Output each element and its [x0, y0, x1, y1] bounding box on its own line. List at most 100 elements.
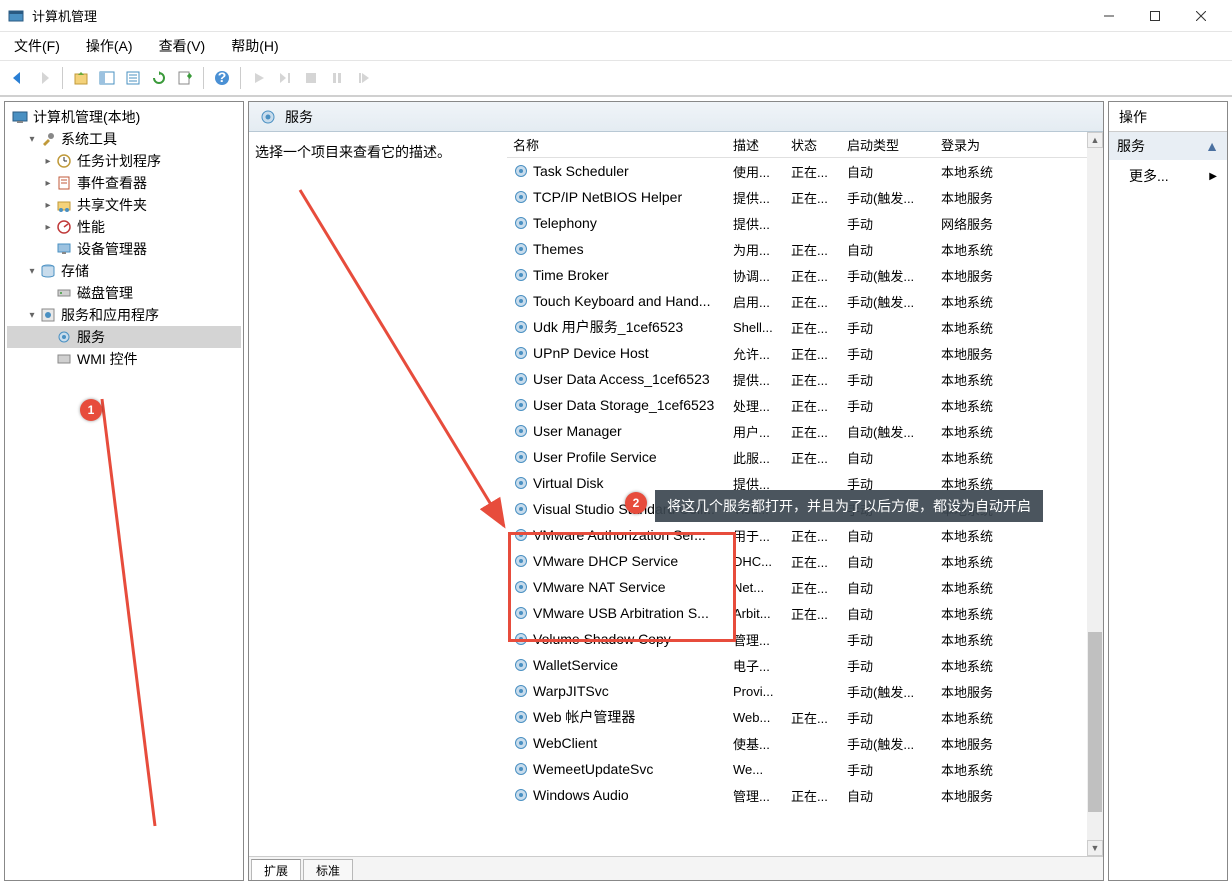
service-status: 正在...: [785, 552, 841, 571]
chevron-right-icon[interactable]: ▸: [41, 154, 55, 168]
tree-pane[interactable]: 计算机管理(本地) ▾ 系统工具 ▸任务计划程序 ▸事件查看器 ▸共享文件夹: [4, 101, 244, 881]
service-row[interactable]: User Data Access_1cef6523提供...正在...手动本地系…: [507, 366, 1087, 392]
service-desc: Visu...: [727, 502, 785, 517]
chevron-right-icon[interactable]: ▸: [41, 198, 55, 212]
tree-services[interactable]: ▸服务: [7, 326, 241, 348]
back-button[interactable]: [6, 66, 30, 90]
menu-help[interactable]: 帮助(H): [227, 34, 282, 58]
chevron-down-icon[interactable]: ▾: [25, 132, 39, 146]
service-row[interactable]: Udk 用户服务_1cef6523Shell...正在...手动本地系统: [507, 314, 1087, 340]
service-row[interactable]: WalletService电子...手动本地系统: [507, 652, 1087, 678]
service-row[interactable]: Time Broker协调...正在...手动(触发...本地服务: [507, 262, 1087, 288]
collapse-icon[interactable]: ▲: [1205, 138, 1219, 154]
gear-icon: [513, 527, 529, 543]
properties-button[interactable]: [121, 66, 145, 90]
service-login: 本地系统: [935, 526, 1025, 545]
restart-button[interactable]: [351, 66, 375, 90]
chevron-down-icon[interactable]: ▾: [25, 264, 39, 278]
pause-button[interactable]: [325, 66, 349, 90]
minimize-button[interactable]: [1086, 1, 1132, 31]
service-desc: 协调...: [727, 266, 785, 285]
export-button[interactable]: [173, 66, 197, 90]
tree-device-manager[interactable]: ▸设备管理器: [7, 238, 241, 260]
service-row[interactable]: Touch Keyboard and Hand...启用...正在...手动(触…: [507, 288, 1087, 314]
show-hide-tree-button[interactable]: [95, 66, 119, 90]
col-header-desc[interactable]: 描述: [727, 135, 785, 154]
maximize-button[interactable]: [1132, 1, 1178, 31]
service-desc: 使用...: [727, 162, 785, 181]
service-login: 本地系统: [935, 448, 1025, 467]
tree-system-tools[interactable]: ▾ 系统工具: [7, 128, 241, 150]
tree-label: 性能: [77, 217, 105, 237]
service-row[interactable]: Windows Audio管理...正在...自动本地服务: [507, 782, 1087, 808]
service-row[interactable]: Web 帐户管理器Web...正在...手动本地系统: [507, 704, 1087, 730]
service-row[interactable]: Visual Studio Standard Coll...Visu...手动本…: [507, 496, 1087, 522]
service-name: User Data Access_1cef6523: [533, 371, 710, 387]
help-button[interactable]: ?: [210, 66, 234, 90]
service-row[interactable]: VMware Authorization Ser...用于...正在...自动本…: [507, 522, 1087, 548]
service-row[interactable]: WebClient使基...手动(触发...本地服务: [507, 730, 1087, 756]
scrollbar[interactable]: ▲ ▼: [1087, 132, 1103, 856]
tree-event-viewer[interactable]: ▸事件查看器: [7, 172, 241, 194]
service-row[interactable]: WemeetUpdateSvcWe...手动本地系统: [507, 756, 1087, 782]
tree-disk-management[interactable]: ▸磁盘管理: [7, 282, 241, 304]
tab-standard[interactable]: 标准: [303, 859, 353, 881]
service-row[interactable]: User Profile Service此服...正在...自动本地系统: [507, 444, 1087, 470]
tree-services-apps[interactable]: ▾ 服务和应用程序: [7, 304, 241, 326]
menu-action[interactable]: 操作(A): [82, 34, 137, 58]
share-icon: [55, 196, 73, 214]
service-login: 本地服务: [935, 344, 1025, 363]
service-row[interactable]: VMware NAT ServiceNet...正在...自动本地系统: [507, 574, 1087, 600]
service-row[interactable]: UPnP Device Host允许...正在...手动本地服务: [507, 340, 1087, 366]
services-list[interactable]: 名称 描述 状态 启动类型 登录为 Task Scheduler使用...正在.…: [507, 132, 1103, 856]
service-name: Udk 用户服务_1cef6523: [533, 317, 683, 337]
service-row[interactable]: TCP/IP NetBIOS Helper提供...正在...手动(触发...本…: [507, 184, 1087, 210]
service-row[interactable]: Themes为用...正在...自动本地系统: [507, 236, 1087, 262]
up-button[interactable]: [69, 66, 93, 90]
scroll-thumb[interactable]: [1088, 632, 1102, 812]
close-button[interactable]: [1178, 1, 1224, 31]
tree-root[interactable]: 计算机管理(本地): [7, 106, 241, 128]
service-row[interactable]: Telephony提供...手动网络服务: [507, 210, 1087, 236]
service-login: 本地系统: [935, 396, 1025, 415]
service-startup: 手动: [841, 396, 935, 415]
chevron-right-icon[interactable]: ▸: [41, 176, 55, 190]
service-row[interactable]: WarpJITSvcProvi...手动(触发...本地服务: [507, 678, 1087, 704]
tree-performance[interactable]: ▸ 性能: [7, 216, 241, 238]
action-more[interactable]: 更多... ▶: [1109, 160, 1227, 192]
service-name: Time Broker: [533, 267, 609, 283]
gear-icon: [513, 163, 529, 179]
refresh-button[interactable]: [147, 66, 171, 90]
tree-shared-folders[interactable]: ▸共享文件夹: [7, 194, 241, 216]
stop-button[interactable]: [299, 66, 323, 90]
service-name: WebClient: [533, 735, 597, 751]
service-row[interactable]: Volume Shadow Copy管理...手动本地系统: [507, 626, 1087, 652]
tree-storage[interactable]: ▾ 存储: [7, 260, 241, 282]
scroll-up-button[interactable]: ▲: [1087, 132, 1103, 148]
col-header-status[interactable]: 状态: [785, 135, 841, 154]
col-header-startup[interactable]: 启动类型: [841, 135, 935, 154]
play-button[interactable]: [247, 66, 271, 90]
chevron-right-icon[interactable]: ▸: [41, 220, 55, 234]
play-pause-button[interactable]: [273, 66, 297, 90]
service-row[interactable]: Task Scheduler使用...正在...自动本地系统: [507, 158, 1087, 184]
col-header-login[interactable]: 登录为: [935, 135, 1025, 154]
service-row[interactable]: Virtual Disk提供...手动本地系统: [507, 470, 1087, 496]
chevron-down-icon[interactable]: ▾: [25, 308, 39, 322]
tree-label: 磁盘管理: [77, 283, 133, 303]
service-row[interactable]: VMware DHCP ServiceDHC...正在...自动本地系统: [507, 548, 1087, 574]
tree-wmi[interactable]: ▸WMI 控件: [7, 348, 241, 370]
forward-button[interactable]: [32, 66, 56, 90]
service-row[interactable]: User Manager用户...正在...自动(触发...本地系统: [507, 418, 1087, 444]
col-header-name[interactable]: 名称: [507, 135, 727, 154]
service-row[interactable]: User Data Storage_1cef6523处理...正在...手动本地…: [507, 392, 1087, 418]
menu-view[interactable]: 查看(V): [155, 34, 210, 58]
menu-file[interactable]: 文件(F): [10, 34, 64, 58]
scroll-down-button[interactable]: ▼: [1087, 840, 1103, 856]
tree-task-scheduler[interactable]: ▸任务计划程序: [7, 150, 241, 172]
service-row[interactable]: VMware USB Arbitration S...Arbit...正在...…: [507, 600, 1087, 626]
service-startup: 自动: [841, 526, 935, 545]
tab-extended[interactable]: 扩展: [251, 859, 301, 881]
service-startup: 手动: [841, 630, 935, 649]
action-pane-section[interactable]: 服务 ▲: [1109, 132, 1227, 160]
